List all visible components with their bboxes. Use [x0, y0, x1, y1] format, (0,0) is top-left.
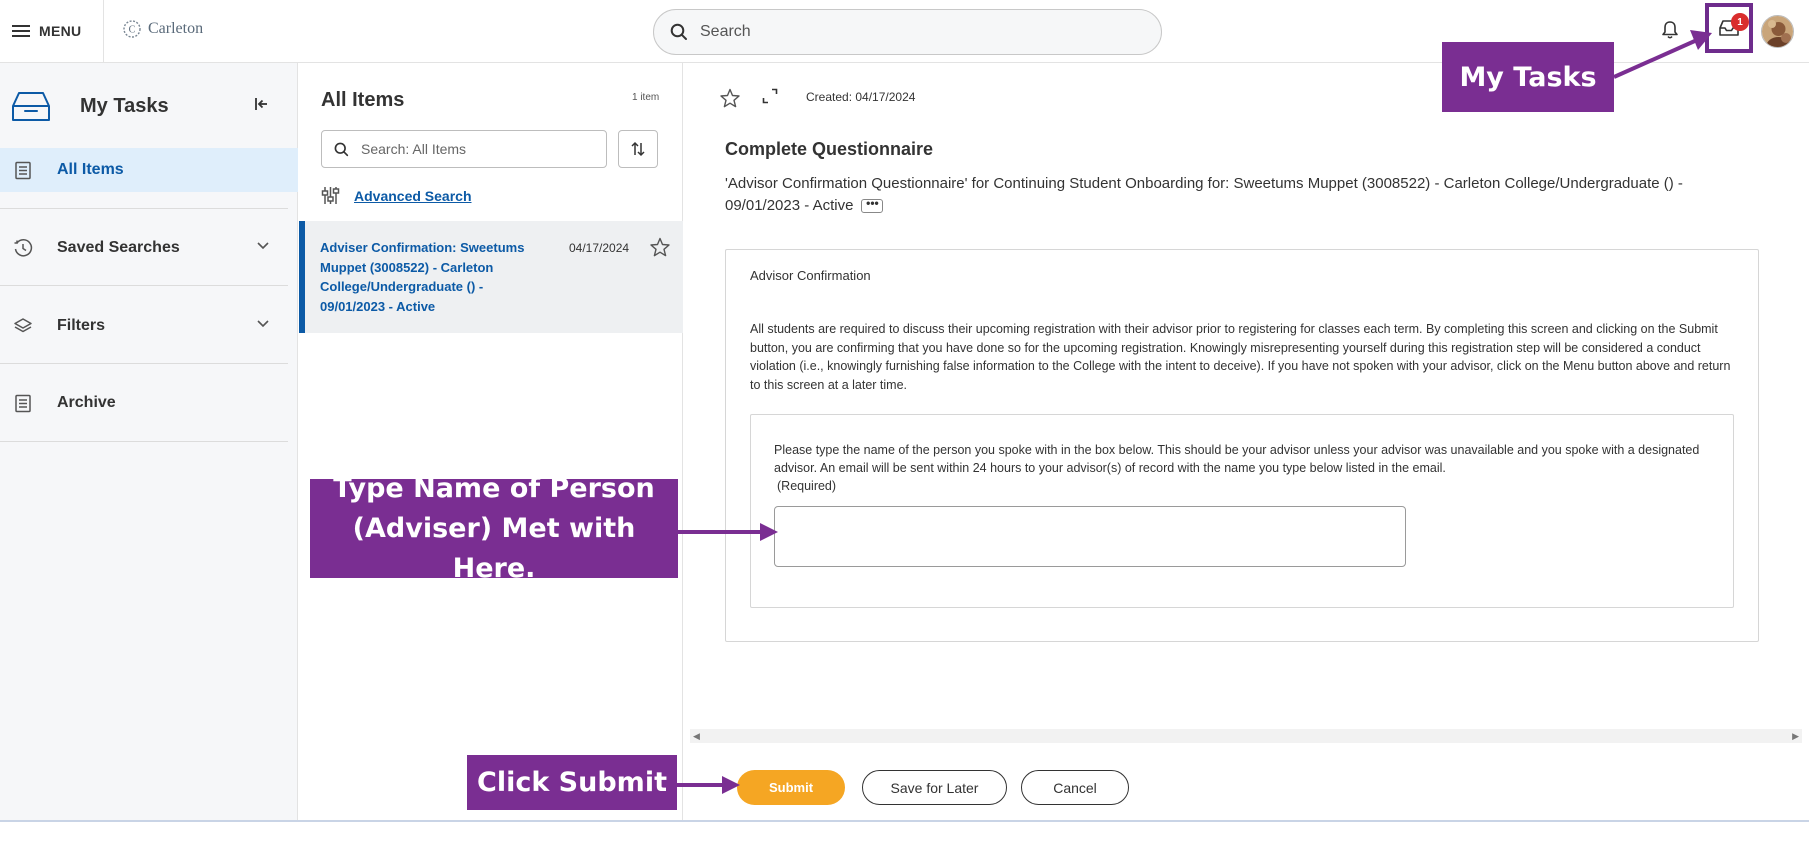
carleton-seal-icon: C [123, 20, 141, 38]
sidebar-header: My Tasks [0, 83, 298, 133]
question-text: Please type the name of the person you s… [774, 443, 1700, 475]
inbox-tray-icon [12, 92, 50, 121]
app-window: MENU C Carleton 1 [0, 0, 1809, 851]
sort-arrows-icon [631, 141, 645, 157]
task-detail-panel: Created: 04/17/2024 Complete Questionnai… [684, 63, 1809, 820]
sidebar-item-label: Filters [57, 317, 106, 334]
list-search-input[interactable] [361, 141, 581, 157]
sidebar-divider [0, 363, 288, 364]
layers-icon [14, 318, 32, 333]
chevron-down-icon[interactable] [256, 319, 270, 329]
advanced-search-link[interactable]: Advanced Search [354, 188, 472, 204]
user-avatar[interactable] [1761, 15, 1794, 48]
list-item-date: 04/17/2024 [569, 241, 630, 255]
star-icon[interactable] [650, 237, 670, 257]
expand-icon[interactable] [762, 88, 778, 104]
sidebar-item-all-items[interactable]: All Items [0, 148, 298, 192]
collapse-sidebar-icon[interactable] [254, 97, 268, 111]
hamburger-icon [12, 24, 30, 38]
task-heading: Complete Questionnaire [725, 139, 934, 159]
submit-button[interactable]: Submit [737, 770, 845, 805]
clipboard-icon [15, 394, 31, 413]
menu-button[interactable]: MENU [12, 19, 81, 43]
page-bottom-border [0, 820, 1809, 822]
save-for-later-button[interactable]: Save for Later [862, 770, 1007, 805]
my-tasks-inbox-button[interactable]: 1 [1705, 3, 1753, 53]
svg-text:C: C [129, 25, 136, 36]
more-options-button[interactable]: ••• [861, 197, 884, 214]
task-subtitle: 'Advisor Confirmation Questionnaire' for… [725, 173, 1725, 217]
sidebar-item-label: Saved Searches [57, 239, 180, 256]
callout-type-name: Type Name of Person (Adviser) Met with H… [310, 473, 678, 584]
star-icon[interactable] [720, 88, 740, 108]
avatar-image [1762, 16, 1793, 47]
advisor-confirmation-card: Advisor Confirmation All students are re… [725, 249, 1759, 642]
search-icon [334, 142, 349, 156]
sidebar-divider [0, 285, 288, 286]
callout-click-submit: Click Submit [467, 755, 677, 810]
history-icon [14, 239, 33, 257]
global-search-input[interactable] [700, 23, 1120, 41]
sidebar-divider [0, 208, 288, 209]
card-instructions: All students are required to discuss the… [750, 322, 1731, 392]
callout-line: Type Name of Person [333, 472, 655, 504]
created-date: Created: 04/17/2024 [806, 90, 916, 104]
sidebar-item-archive[interactable]: Archive [0, 381, 298, 425]
carleton-logo[interactable]: C Carleton [122, 18, 203, 40]
my-tasks-sidebar: My Tasks All Items Saved Searches Filter… [0, 63, 298, 820]
cancel-button[interactable]: Cancel [1021, 770, 1129, 805]
sidebar-item-label: All Items [57, 161, 124, 178]
sidebar-divider [0, 441, 288, 442]
sidebar-title: My Tasks [80, 95, 169, 117]
scroll-right-arrow-icon[interactable]: ▶ [1792, 731, 1799, 742]
sliders-icon [321, 187, 340, 204]
sidebar-item-label: Archive [57, 394, 116, 411]
required-label: (Required) [777, 479, 837, 493]
advanced-search[interactable]: Advanced Search [321, 186, 472, 205]
horizontal-scrollbar[interactable]: ◀ ▶ [690, 729, 1802, 743]
sidebar-item-saved-searches[interactable]: Saved Searches [0, 226, 298, 270]
list-item-title: Adviser Confirmation: Sweetums Muppet (3… [320, 240, 525, 314]
sidebar-item-filters[interactable]: Filters [0, 304, 298, 348]
callout-line: (Adviser) Met with Here. [352, 512, 636, 584]
topbar-divider [103, 0, 104, 63]
scroll-left-arrow-icon[interactable]: ◀ [693, 731, 700, 742]
list-search[interactable] [321, 130, 607, 168]
advisor-name-field[interactable] [774, 506, 1406, 567]
card-title: Advisor Confirmation [750, 268, 871, 283]
clipboard-icon [15, 161, 31, 180]
sort-button[interactable] [618, 130, 658, 168]
notification-badge: 1 [1731, 13, 1749, 31]
chevron-down-icon[interactable] [256, 241, 270, 251]
logo-text: Carleton [148, 20, 204, 37]
task-list-panel: All Items 1 item Advanced Search Advi [299, 63, 683, 820]
list-title: All Items [321, 89, 405, 111]
callout-my-tasks: My Tasks [1442, 42, 1614, 112]
list-item[interactable]: Adviser Confirmation: Sweetums Muppet (3… [299, 221, 683, 333]
question-card: Please type the name of the person you s… [750, 414, 1734, 608]
item-count: 1 item [632, 92, 660, 103]
menu-label: MENU [39, 23, 82, 39]
search-icon [670, 23, 687, 40]
global-search[interactable] [653, 9, 1162, 55]
notifications-bell-icon[interactable] [1661, 20, 1679, 40]
